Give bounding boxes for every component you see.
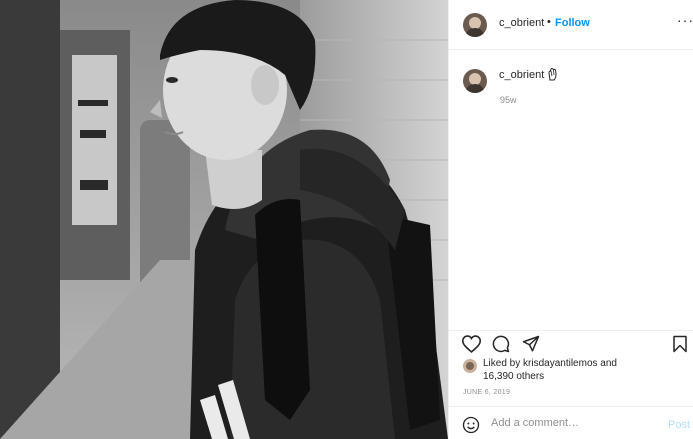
post-sidebar: c_obrient • Follow ··· c_obrient 95w Lik… (448, 0, 693, 439)
author-username[interactable]: c_obrient (499, 17, 544, 29)
post-date[interactable]: JUNE 6, 2019 (463, 389, 510, 396)
caption-timestamp: 95w (500, 95, 517, 105)
share-icon[interactable] (522, 335, 540, 353)
author-avatar[interactable] (463, 13, 487, 37)
liked-prefix: Liked by (483, 358, 524, 369)
liked-and: and (597, 358, 617, 369)
comment-icon[interactable] (492, 335, 510, 353)
caption-avatar[interactable] (463, 69, 487, 93)
bookmark-icon[interactable] (672, 335, 688, 353)
liked-user-link[interactable]: krisdayantilemos (523, 358, 597, 369)
follow-button[interactable]: Follow (555, 17, 590, 29)
post-photo[interactable] (0, 0, 448, 439)
caption-username[interactable]: c_obrient (499, 69, 544, 81)
likes-others-line: 16,390 others (483, 371, 544, 382)
post-header: c_obrient • Follow ··· (449, 0, 693, 50)
more-options-icon[interactable]: ··· (677, 12, 693, 28)
photo-image (0, 0, 448, 439)
liker-avatar[interactable] (463, 359, 477, 373)
heart-icon[interactable] (462, 335, 481, 353)
comment-bar: Post (449, 406, 693, 439)
hand-icon (548, 68, 557, 81)
comment-input[interactable] (491, 413, 651, 433)
action-bar (449, 330, 693, 356)
follow-separator: • (547, 16, 551, 28)
likes-line: Liked by krisdayantilemos and (483, 358, 617, 369)
post-comment-button[interactable]: Post (668, 419, 690, 431)
smiley-icon[interactable] (462, 416, 480, 434)
liked-others-link[interactable]: 16,390 others (483, 371, 544, 382)
